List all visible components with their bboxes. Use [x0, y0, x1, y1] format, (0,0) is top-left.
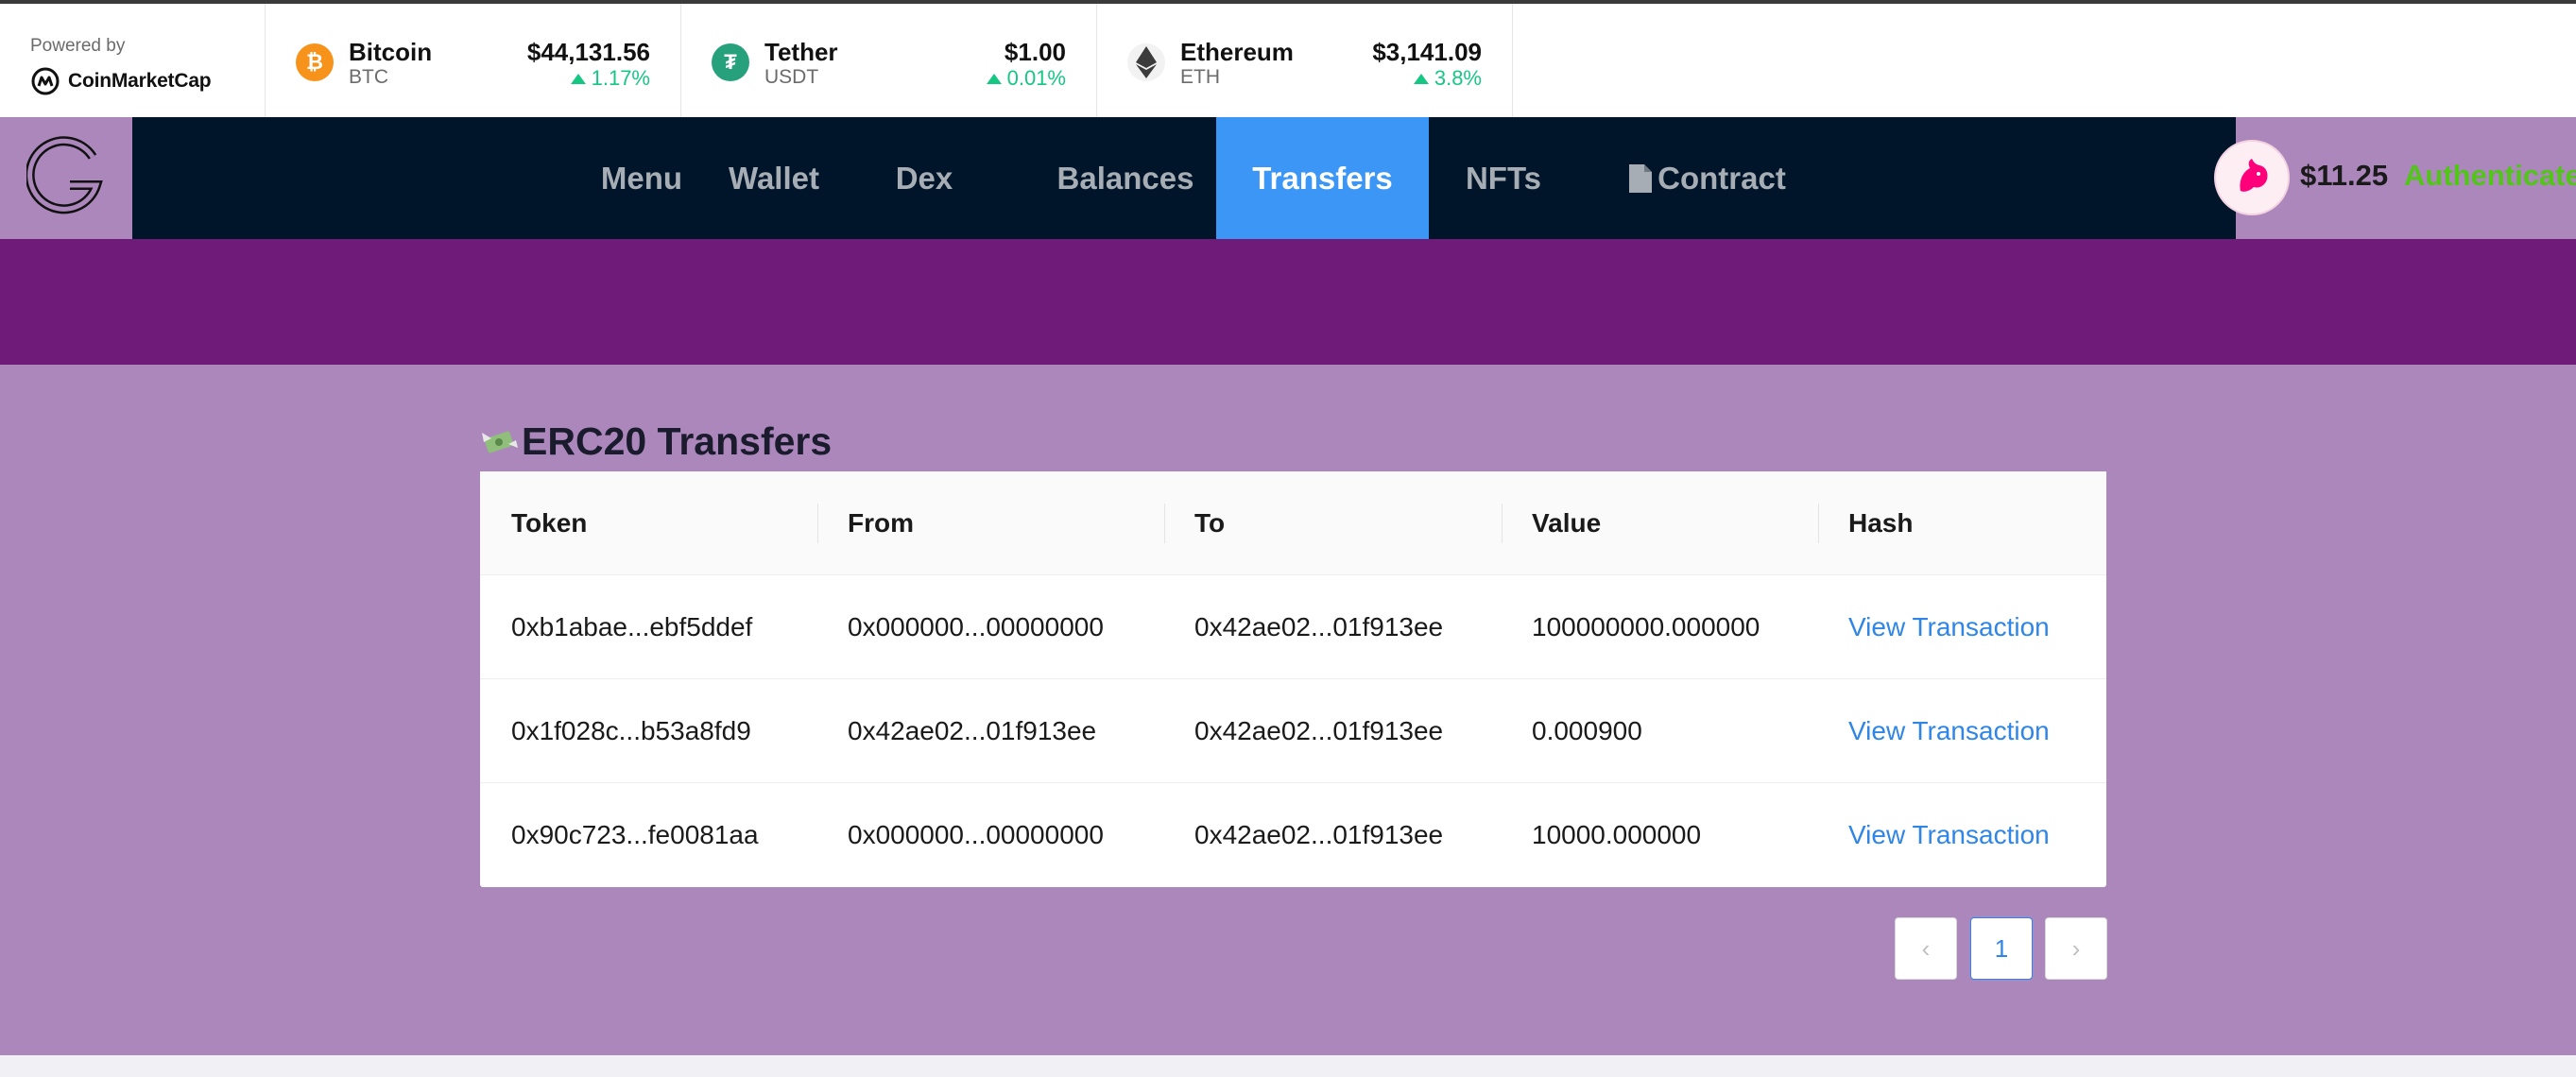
- coin-name: Bitcoin: [349, 38, 433, 66]
- cell-token: 0x90c723...fe0081aa: [511, 820, 759, 849]
- coin-change-value: 1.17%: [591, 66, 650, 90]
- powered-by-label: Powered by: [30, 36, 126, 56]
- column-divider: [1164, 504, 1165, 543]
- coinmarketcap-logo-icon: [31, 67, 60, 95]
- table-header: Token From To Value Hash: [480, 471, 2106, 575]
- nav-item-contract[interactable]: Contract: [1612, 117, 1801, 239]
- table-row: 0x90c723...fe0081aa 0x000000...00000000 …: [480, 783, 2106, 887]
- column-header-token: Token: [511, 508, 588, 538]
- column-divider: [817, 504, 818, 543]
- app-header: Menu Wallet Dex Balances Transfers NFTs …: [0, 117, 2576, 239]
- column-divider: [1818, 504, 1819, 543]
- column-header-hash: Hash: [1848, 508, 1914, 538]
- pagination-next-button[interactable]: ›: [2045, 917, 2107, 980]
- coinmarketcap-brand: CoinMarketCap: [30, 66, 212, 96]
- coin-change-value: 0.01%: [1006, 66, 1066, 90]
- ethereum-icon: [1127, 43, 1165, 81]
- column-divider: [1502, 504, 1503, 543]
- coin-name: Tether: [764, 38, 838, 66]
- cell-value: 10000.000000: [1532, 820, 1702, 849]
- coin-symbol: ETH: [1180, 66, 1220, 88]
- pagination-page-1[interactable]: 1: [1970, 917, 2033, 980]
- cell-from: 0x42ae02...01f913ee: [848, 716, 1097, 745]
- page-title-text: ERC20 Transfers: [522, 419, 833, 463]
- column-header-value: Value: [1532, 508, 1602, 538]
- authenticate-button[interactable]: Authenticate: [2404, 159, 2576, 193]
- arrow-up-icon: [1413, 73, 1429, 84]
- hero-band: [0, 239, 2576, 365]
- main-nav: Menu Wallet Dex Balances Transfers NFTs …: [132, 117, 2236, 239]
- cell-value: 100000000.000000: [1532, 612, 1760, 641]
- app-logo[interactable]: [0, 117, 132, 239]
- view-transaction-link[interactable]: View Transaction: [1848, 679, 2050, 783]
- coin-name: Ethereum: [1180, 38, 1294, 66]
- coin-ticker-tether[interactable]: ₮ Tether USDT $1.00 0.01%: [681, 4, 1097, 117]
- coin-price: $44,131.56: [526, 38, 650, 66]
- nav-item-contract-label: Contract: [1657, 160, 1786, 196]
- main-content: ERC20 Transfers Token From To Value Hash…: [0, 365, 2576, 1055]
- coin-ticker-bitcoin[interactable]: ₿ Bitcoin BTC $44,131.56 1.17%: [266, 4, 681, 117]
- cell-to: 0x42ae02...01f913ee: [1194, 612, 1444, 641]
- g-logo-icon: [26, 135, 103, 214]
- unicorn-glyph: [2240, 159, 2268, 192]
- cell-token: 0xb1abae...ebf5ddef: [511, 612, 753, 641]
- cell-to: 0x42ae02...01f913ee: [1194, 820, 1444, 849]
- arrow-up-icon: [570, 73, 586, 84]
- nav-item-nfts[interactable]: NFTs: [1451, 117, 1555, 239]
- table-row: 0xb1abae...ebf5ddef 0x000000...00000000 …: [480, 575, 2106, 679]
- document-icon: [1629, 163, 1653, 193]
- coin-change-value: 3.8%: [1434, 66, 1482, 90]
- nav-item-dex[interactable]: Dex: [886, 117, 962, 239]
- coin-change: 1.17%: [570, 66, 650, 91]
- transfers-table: Token From To Value Hash 0xb1abae...ebf5…: [480, 471, 2106, 887]
- price-ticker-bar: Powered by CoinMarketCap ₿ Bitcoin BTC $…: [0, 0, 2576, 117]
- money-wings-icon: [482, 431, 518, 453]
- coin-symbol: USDT: [764, 66, 819, 88]
- coinmarketcap-name: CoinMarketCap: [68, 70, 212, 92]
- page-title: ERC20 Transfers: [480, 419, 832, 464]
- coin-change: 3.8%: [1413, 66, 1482, 91]
- arrow-up-icon: [986, 73, 1002, 84]
- tether-icon: ₮: [712, 43, 749, 81]
- table-row: 0x1f028c...b53a8fd9 0x42ae02...01f913ee …: [480, 679, 2106, 783]
- coin-price: $3,141.09: [1372, 38, 1482, 66]
- nav-item-wallet[interactable]: Wallet: [713, 117, 835, 239]
- coin-price: $1.00: [1004, 38, 1066, 66]
- cell-value: 0.000900: [1532, 716, 1642, 745]
- column-header-to: To: [1194, 508, 1226, 538]
- cell-from: 0x000000...00000000: [848, 612, 1104, 641]
- bitcoin-icon: ₿: [296, 43, 334, 81]
- nav-item-transfers[interactable]: Transfers: [1216, 117, 1429, 239]
- view-transaction-link[interactable]: View Transaction: [1848, 575, 2050, 679]
- coin-symbol: BTC: [349, 66, 388, 88]
- view-transaction-link[interactable]: View Transaction: [1848, 783, 2050, 887]
- coin-ticker-ethereum[interactable]: Ethereum ETH $3,141.09 3.8%: [1097, 4, 1513, 117]
- cell-from: 0x000000...00000000: [848, 820, 1104, 849]
- nav-item-balances[interactable]: Balances: [1031, 117, 1220, 239]
- cell-to: 0x42ae02...01f913ee: [1194, 716, 1444, 745]
- uniswap-icon[interactable]: [2214, 140, 2290, 215]
- coinmarketcap-widget-brand[interactable]: Powered by CoinMarketCap: [0, 4, 266, 117]
- cell-token: 0x1f028c...b53a8fd9: [511, 716, 751, 745]
- wallet-balance: $11.25: [2300, 159, 2389, 192]
- nav-item-menu[interactable]: Menu: [580, 117, 703, 239]
- pagination-prev-button[interactable]: ‹: [1895, 917, 1957, 980]
- coin-change: 0.01%: [986, 66, 1066, 91]
- column-header-from: From: [848, 508, 914, 538]
